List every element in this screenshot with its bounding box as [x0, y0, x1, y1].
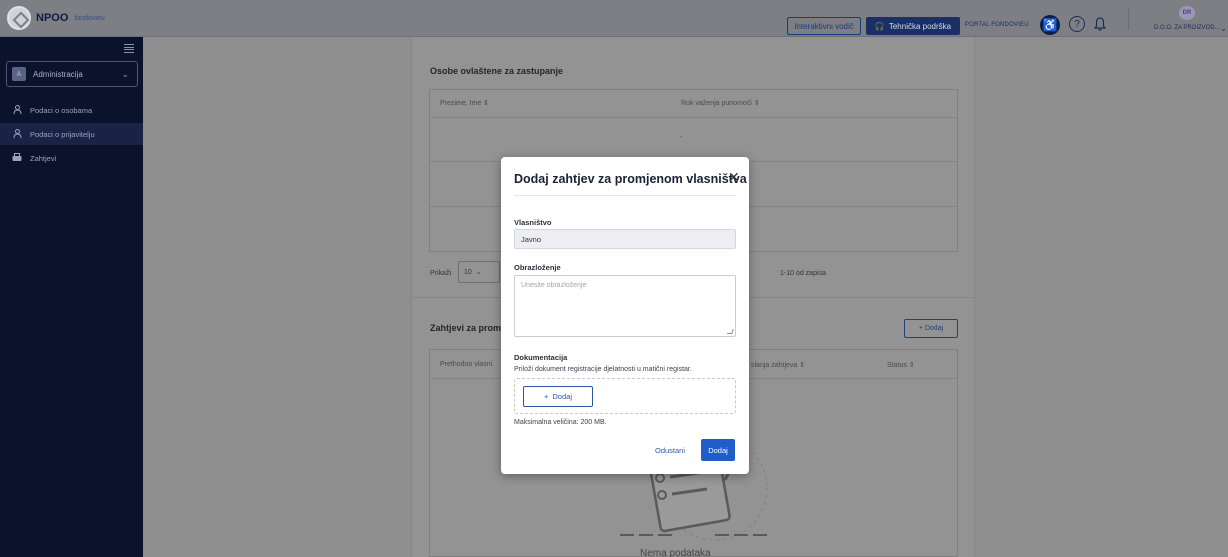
add-file-label: Dodaj — [552, 392, 572, 401]
sidebar: A Administracija ⌄ Podaci o osobama Poda… — [0, 37, 143, 557]
column-header-status[interactable]: Status ⇕ — [887, 361, 915, 369]
brand-suffix: fondovieu — [74, 14, 105, 22]
column-header-previous-owner[interactable]: Prethodno vlasni — [440, 361, 492, 368]
column-header-name[interactable]: Prezime, Ime ⇕ — [440, 99, 489, 107]
file-dropzone[interactable]: + Dodaj — [514, 378, 736, 414]
cancel-button[interactable]: Odustani — [649, 440, 691, 460]
pager-prefix: Prikaži — [430, 270, 452, 277]
plus-icon: + — [544, 392, 549, 401]
ownership-label: Vlasništvo — [514, 218, 552, 227]
add-ownership-change-dialog: Dodaj zahtjev za promjenom vlasništva ✕ … — [501, 157, 749, 474]
role-badge: A — [12, 67, 26, 81]
role-select[interactable]: A Administracija ⌄ — [6, 61, 138, 87]
brand-logo-icon — [7, 6, 31, 30]
menu-collapse-icon[interactable] — [124, 44, 134, 53]
chevron-down-icon: ⌄ — [121, 68, 129, 79]
section-title-requests: Zahtjevi za prom — [430, 323, 502, 333]
max-size-note: Maksimalna veličina: 200 MB. — [514, 419, 607, 426]
empty-state-text: Nema podataka — [640, 548, 711, 557]
documentation-hint: Priloži dokument registracije djelatnost… — [514, 366, 692, 373]
headset-icon: 🎧 — [874, 21, 885, 31]
add-request-button[interactable]: + Dodaj — [904, 319, 958, 338]
bell-icon[interactable] — [1093, 16, 1107, 32]
dialog-title: Dodaj zahtjev za promjenom vlasništva — [514, 172, 747, 186]
user-name[interactable]: D.O.O. ZA PROIZVOD... — [1154, 25, 1220, 31]
ownership-field: Javno — [514, 229, 736, 249]
sidebar-item-label: Podaci o osobama — [30, 105, 93, 115]
tech-support-label: Tehnička podrška — [888, 21, 952, 31]
user-icon — [12, 104, 22, 116]
reason-textarea[interactable]: Unesite obrazloženje — [514, 275, 736, 337]
column-header-sent-date[interactable]: slanja zahtjeva ⇕ — [751, 361, 805, 369]
user-avatar[interactable]: DR — [1179, 6, 1195, 20]
reason-label: Obrazloženje — [514, 263, 561, 272]
top-bar: NPOO fondovieu Interaktivni vodič 🎧 Tehni… — [0, 0, 1228, 37]
close-icon[interactable]: ✕ — [728, 170, 740, 184]
documentation-label: Dokumentacija — [514, 353, 568, 362]
brand-name: NPOO — [36, 12, 69, 24]
table-row-divider — [429, 117, 958, 118]
resize-handle[interactable] — [727, 329, 734, 334]
sidebar-item-label: Zahtjevi — [30, 153, 57, 163]
portal-link[interactable]: PORTAL FONDOVIEU — [965, 22, 1029, 28]
add-file-button[interactable]: + Dodaj — [523, 386, 593, 407]
brand[interactable]: NPOO fondovieu — [7, 6, 105, 30]
sidebar-item-persons[interactable]: Podaci o osobama — [0, 99, 143, 121]
accessibility-icon[interactable]: ♿ — [1040, 15, 1060, 35]
section-title-representatives: Osobe ovlaštene za zastupanje — [430, 66, 564, 76]
sidebar-item-applicant[interactable]: Podaci o prijavitelju — [0, 123, 143, 145]
chevron-down-icon[interactable]: ⌄ — [1220, 24, 1227, 33]
tech-support-button[interactable]: 🎧 Tehnička podrška — [866, 17, 960, 35]
reason-placeholder: Unesite obrazloženje — [521, 282, 587, 289]
requests-icon — [12, 152, 22, 164]
page-size-select[interactable]: 10 ⌄ — [458, 261, 500, 283]
submit-button[interactable]: Dodaj — [701, 439, 735, 461]
sidebar-item-requests[interactable]: Zahtjevi — [0, 147, 143, 169]
table-cell: - — [680, 134, 683, 141]
role-label: Administracija — [33, 69, 83, 79]
sidebar-item-label: Podaci o prijavitelju — [30, 129, 95, 139]
dialog-divider — [514, 195, 736, 196]
user-icon — [12, 128, 22, 140]
interactive-guide-button[interactable]: Interaktivni vodič — [787, 17, 861, 35]
column-header-validity[interactable]: Rok važenja punomoći ⇕ — [681, 99, 760, 107]
help-icon[interactable]: ? — [1069, 16, 1085, 32]
record-count: 1-10 od zapisa — [780, 270, 826, 277]
topbar-divider — [1128, 8, 1129, 30]
